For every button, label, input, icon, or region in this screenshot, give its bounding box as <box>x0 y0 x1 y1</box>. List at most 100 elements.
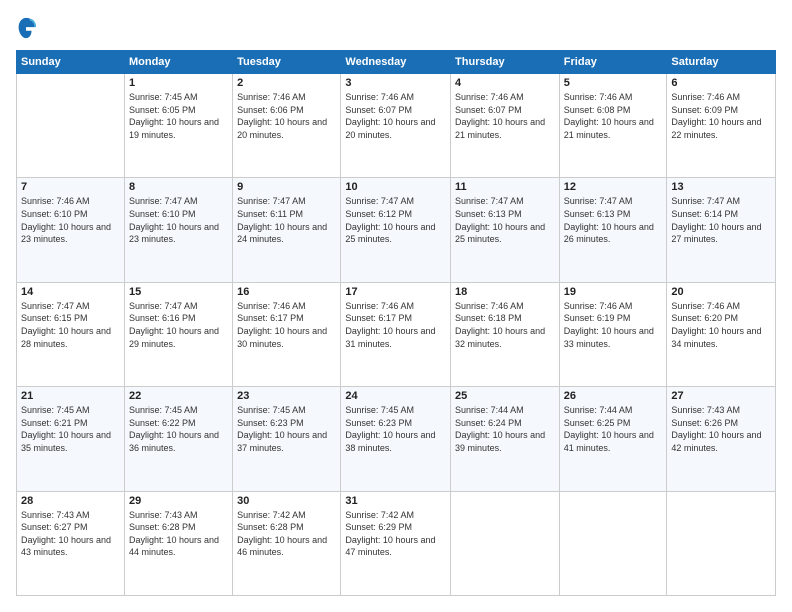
day-number: 29 <box>129 495 228 507</box>
day-number: 13 <box>671 181 771 193</box>
day-info: Sunrise: 7:44 AMSunset: 6:24 PMDaylight:… <box>455 404 555 454</box>
day-info: Sunrise: 7:45 AMSunset: 6:23 PMDaylight:… <box>237 404 336 454</box>
day-info: Sunrise: 7:46 AMSunset: 6:19 PMDaylight:… <box>564 300 663 350</box>
day-cell: 8Sunrise: 7:47 AMSunset: 6:10 PMDaylight… <box>124 178 232 282</box>
day-info: Sunrise: 7:46 AMSunset: 6:17 PMDaylight:… <box>237 300 336 350</box>
day-number: 25 <box>455 390 555 402</box>
day-cell: 4Sunrise: 7:46 AMSunset: 6:07 PMDaylight… <box>451 74 560 178</box>
day-cell: 6 Sunrise: 7:46 AMSunset: 6:09 PMDaylight… <box>667 74 776 178</box>
day-cell: 21 Sunrise: 7:45 AMSunset: 6:21 PMDayligh… <box>17 387 125 491</box>
day-number: 28 <box>21 495 120 507</box>
day-number: 17 <box>345 286 446 298</box>
day-info: Sunrise: 7:47 AMSunset: 6:12 PMDaylight:… <box>345 195 446 245</box>
week-row-5: 28 Sunrise: 7:43 AMSunset: 6:27 PMDayligh… <box>17 491 776 595</box>
day-number: 4 <box>455 77 555 89</box>
weekday-header-saturday: Saturday <box>667 51 776 74</box>
day-number: 14 <box>21 286 120 298</box>
weekday-header-tuesday: Tuesday <box>233 51 341 74</box>
day-info: Sunrise: 7:43 AMSunset: 6:26 PMDaylight:… <box>671 404 771 454</box>
day-info: Sunrise: 7:46 AMSunset: 6:09 PMDaylight:… <box>671 91 771 141</box>
day-number: 23 <box>237 390 336 402</box>
day-cell: 10 Sunrise: 7:47 AMSunset: 6:12 PMDayligh… <box>341 178 451 282</box>
day-number: 27 <box>671 390 771 402</box>
day-number: 16 <box>237 286 336 298</box>
day-info: Sunrise: 7:46 AMSunset: 6:20 PMDaylight:… <box>671 300 771 350</box>
day-number: 12 <box>564 181 663 193</box>
day-cell: 22 Sunrise: 7:45 AMSunset: 6:22 PMDayligh… <box>124 387 232 491</box>
day-cell: 17 Sunrise: 7:46 AMSunset: 6:17 PMDayligh… <box>341 282 451 386</box>
day-cell: 26 Sunrise: 7:44 AMSunset: 6:25 PMDayligh… <box>559 387 667 491</box>
day-cell: 11Sunrise: 7:47 AMSunset: 6:13 PMDayligh… <box>451 178 560 282</box>
week-row-2: 7 Sunrise: 7:46 AMSunset: 6:10 PMDaylight… <box>17 178 776 282</box>
day-number: 26 <box>564 390 663 402</box>
day-number: 21 <box>21 390 120 402</box>
day-cell: 24 Sunrise: 7:45 AMSunset: 6:23 PMDayligh… <box>341 387 451 491</box>
day-number: 3 <box>345 77 446 89</box>
day-cell: 9 Sunrise: 7:47 AMSunset: 6:11 PMDaylight… <box>233 178 341 282</box>
day-cell: 3 Sunrise: 7:46 AMSunset: 6:07 PMDaylight… <box>341 74 451 178</box>
day-cell: 25 Sunrise: 7:44 AMSunset: 6:24 PMDayligh… <box>451 387 560 491</box>
day-cell: 19 Sunrise: 7:46 AMSunset: 6:19 PMDayligh… <box>559 282 667 386</box>
day-cell: 13Sunrise: 7:47 AMSunset: 6:14 PMDayligh… <box>667 178 776 282</box>
day-number: 20 <box>671 286 771 298</box>
day-cell: 15 Sunrise: 7:47 AMSunset: 6:16 PMDayligh… <box>124 282 232 386</box>
day-cell: 7 Sunrise: 7:46 AMSunset: 6:10 PMDaylight… <box>17 178 125 282</box>
weekday-header-monday: Monday <box>124 51 232 74</box>
day-cell: 14Sunrise: 7:47 AMSunset: 6:15 PMDayligh… <box>17 282 125 386</box>
day-cell <box>17 74 125 178</box>
day-number: 9 <box>237 181 336 193</box>
day-info: Sunrise: 7:47 AMSunset: 6:10 PMDaylight:… <box>129 195 228 245</box>
weekday-header-sunday: Sunday <box>17 51 125 74</box>
calendar-table: SundayMondayTuesdayWednesdayThursdayFrid… <box>16 50 776 596</box>
day-cell: 29 Sunrise: 7:43 AMSunset: 6:28 PMDayligh… <box>124 491 232 595</box>
day-info: Sunrise: 7:46 AMSunset: 6:08 PMDaylight:… <box>564 91 663 141</box>
day-info: Sunrise: 7:47 AMSunset: 6:13 PMDaylight:… <box>564 195 663 245</box>
day-cell <box>451 491 560 595</box>
day-number: 24 <box>345 390 446 402</box>
day-info: Sunrise: 7:43 AMSunset: 6:27 PMDaylight:… <box>21 509 120 559</box>
day-info: Sunrise: 7:44 AMSunset: 6:25 PMDaylight:… <box>564 404 663 454</box>
weekday-header-thursday: Thursday <box>451 51 560 74</box>
day-info: Sunrise: 7:45 AMSunset: 6:22 PMDaylight:… <box>129 404 228 454</box>
day-info: Sunrise: 7:46 AMSunset: 6:07 PMDaylight:… <box>345 91 446 141</box>
week-row-4: 21 Sunrise: 7:45 AMSunset: 6:21 PMDayligh… <box>17 387 776 491</box>
week-row-1: 1Sunrise: 7:45 AMSunset: 6:05 PMDaylight… <box>17 74 776 178</box>
day-cell: 5Sunrise: 7:46 AMSunset: 6:08 PMDaylight… <box>559 74 667 178</box>
day-cell: 30 Sunrise: 7:42 AMSunset: 6:28 PMDayligh… <box>233 491 341 595</box>
day-cell: 12 Sunrise: 7:47 AMSunset: 6:13 PMDayligh… <box>559 178 667 282</box>
header <box>16 16 776 40</box>
day-number: 6 <box>671 77 771 89</box>
day-number: 10 <box>345 181 446 193</box>
day-info: Sunrise: 7:43 AMSunset: 6:28 PMDaylight:… <box>129 509 228 559</box>
day-info: Sunrise: 7:46 AMSunset: 6:17 PMDaylight:… <box>345 300 446 350</box>
week-row-3: 14Sunrise: 7:47 AMSunset: 6:15 PMDayligh… <box>17 282 776 386</box>
day-info: Sunrise: 7:47 AMSunset: 6:13 PMDaylight:… <box>455 195 555 245</box>
day-cell: 2Sunrise: 7:46 AMSunset: 6:06 PMDaylight… <box>233 74 341 178</box>
day-cell: 31Sunrise: 7:42 AMSunset: 6:29 PMDayligh… <box>341 491 451 595</box>
day-info: Sunrise: 7:45 AMSunset: 6:23 PMDaylight:… <box>345 404 446 454</box>
day-info: Sunrise: 7:46 AMSunset: 6:10 PMDaylight:… <box>21 195 120 245</box>
day-info: Sunrise: 7:47 AMSunset: 6:16 PMDaylight:… <box>129 300 228 350</box>
day-cell: 28 Sunrise: 7:43 AMSunset: 6:27 PMDayligh… <box>17 491 125 595</box>
logo-icon <box>16 16 36 40</box>
day-info: Sunrise: 7:42 AMSunset: 6:28 PMDaylight:… <box>237 509 336 559</box>
day-cell: 23 Sunrise: 7:45 AMSunset: 6:23 PMDayligh… <box>233 387 341 491</box>
page: SundayMondayTuesdayWednesdayThursdayFrid… <box>0 0 792 612</box>
day-cell <box>667 491 776 595</box>
day-cell: 27 Sunrise: 7:43 AMSunset: 6:26 PMDayligh… <box>667 387 776 491</box>
day-cell: 20 Sunrise: 7:46 AMSunset: 6:20 PMDayligh… <box>667 282 776 386</box>
day-cell: 1Sunrise: 7:45 AMSunset: 6:05 PMDaylight… <box>124 74 232 178</box>
weekday-header-friday: Friday <box>559 51 667 74</box>
day-cell <box>559 491 667 595</box>
day-number: 22 <box>129 390 228 402</box>
day-info: Sunrise: 7:46 AMSunset: 6:06 PMDaylight:… <box>237 91 336 141</box>
day-info: Sunrise: 7:45 AMSunset: 6:05 PMDaylight:… <box>129 91 228 141</box>
day-number: 15 <box>129 286 228 298</box>
day-number: 31 <box>345 495 446 507</box>
day-number: 30 <box>237 495 336 507</box>
day-number: 18 <box>455 286 555 298</box>
day-info: Sunrise: 7:47 AMSunset: 6:11 PMDaylight:… <box>237 195 336 245</box>
day-number: 19 <box>564 286 663 298</box>
day-number: 7 <box>21 181 120 193</box>
day-info: Sunrise: 7:45 AMSunset: 6:21 PMDaylight:… <box>21 404 120 454</box>
